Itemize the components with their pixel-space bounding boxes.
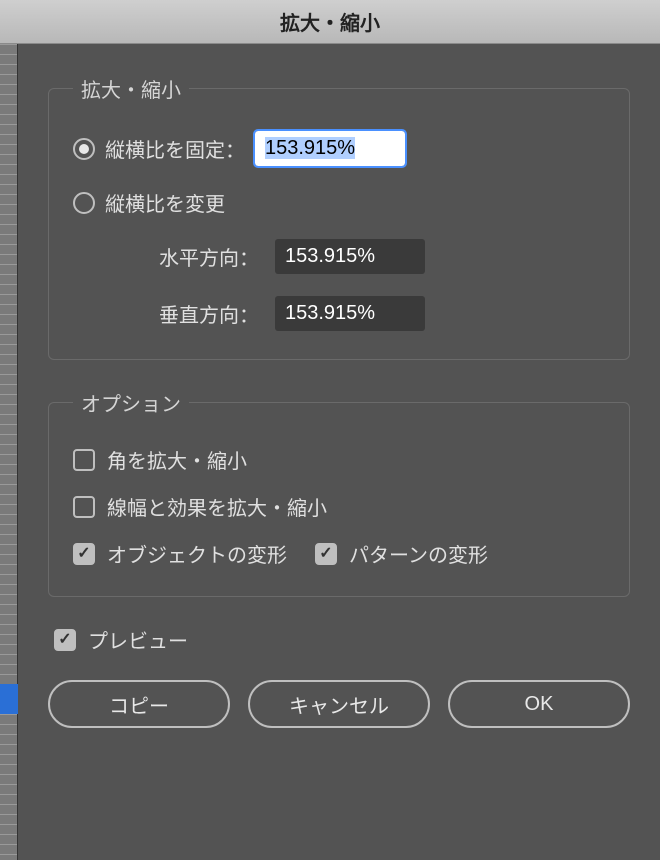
cancel-button[interactable]: キャンセル: [248, 680, 430, 728]
dialog-titlebar: 拡大・縮小: [0, 0, 660, 44]
checkbox-scale-strokes[interactable]: [73, 496, 95, 518]
vertical-label: 垂直方向：: [73, 299, 263, 328]
options-fieldset: オプション 角を拡大・縮小 線幅と効果を拡大・縮小 オブジェクトの変形 パターン…: [48, 388, 630, 597]
uniform-scale-input[interactable]: 153.915%: [255, 131, 405, 166]
ruler-left: [0, 44, 18, 860]
scale-legend: 拡大・縮小: [73, 74, 189, 103]
checkbox-transform-objects[interactable]: [73, 543, 95, 565]
checkbox-scale-corners[interactable]: [73, 449, 95, 471]
checkbox-transform-patterns[interactable]: [315, 543, 337, 565]
ok-button[interactable]: OK: [448, 680, 630, 728]
checkbox-preview-label[interactable]: プレビュー: [88, 625, 188, 654]
horizontal-scale-input[interactable]: 153.915%: [275, 239, 425, 274]
radio-nonuniform[interactable]: [73, 192, 95, 214]
vertical-scale-input[interactable]: 153.915%: [275, 296, 425, 331]
scale-fieldset: 拡大・縮小 縦横比を固定： 153.915% 縦横比を変更 水平方向： 153.…: [48, 74, 630, 360]
copy-button[interactable]: コピー: [48, 680, 230, 728]
checkbox-scale-strokes-label[interactable]: 線幅と効果を拡大・縮小: [107, 492, 327, 521]
checkbox-transform-patterns-label[interactable]: パターンの変形: [349, 539, 488, 568]
dialog-title: 拡大・縮小: [280, 7, 380, 36]
horizontal-label: 水平方向：: [73, 242, 263, 271]
options-legend: オプション: [73, 388, 189, 417]
radio-nonuniform-label[interactable]: 縦横比を変更: [105, 188, 225, 217]
checkbox-scale-corners-label[interactable]: 角を拡大・縮小: [107, 445, 247, 474]
dialog-footer: コピー キャンセル OK: [48, 680, 630, 728]
radio-uniform[interactable]: [73, 138, 95, 160]
checkbox-preview[interactable]: [54, 629, 76, 651]
radio-uniform-label[interactable]: 縦横比を固定：: [105, 134, 245, 163]
checkbox-transform-objects-label[interactable]: オブジェクトの変形: [107, 539, 287, 568]
scale-dialog: 拡大・縮小 縦横比を固定： 153.915% 縦横比を変更 水平方向： 153.…: [18, 44, 660, 860]
